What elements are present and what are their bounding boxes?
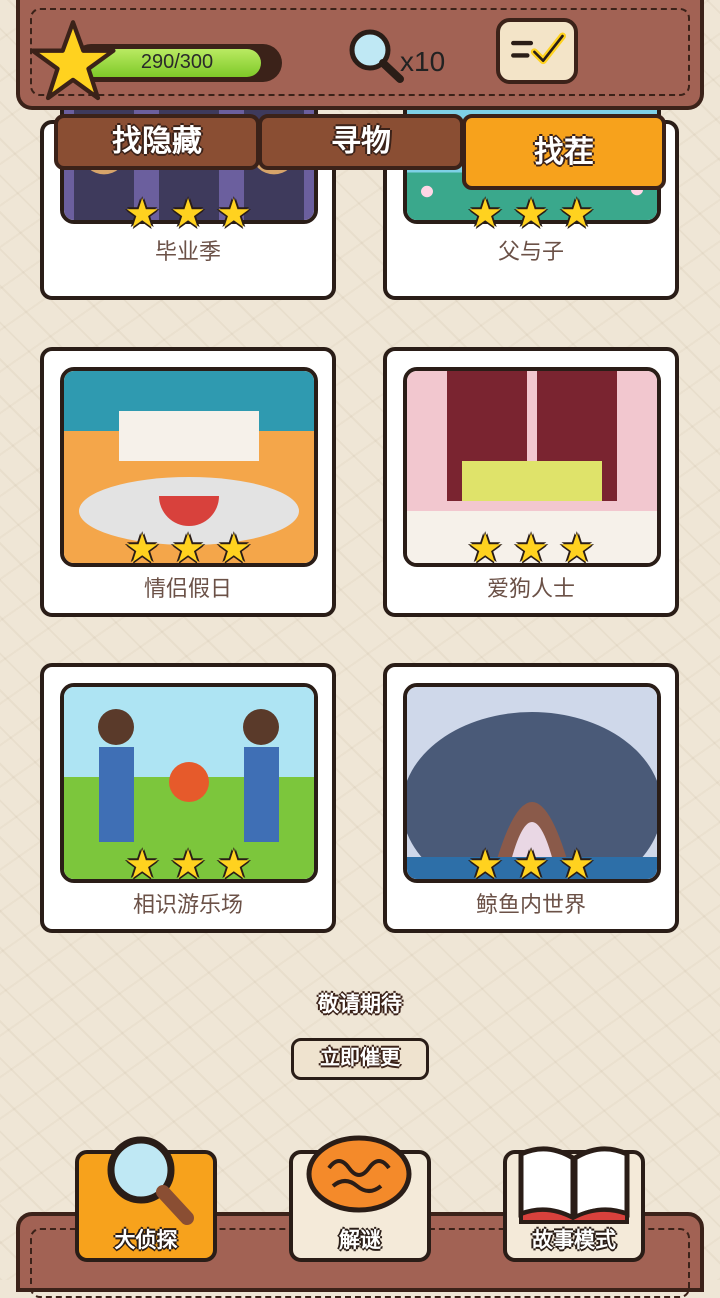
urge-update-button[interactable]: 立即催更 (291, 1038, 429, 1080)
star-rating: ★ ★ ★ (44, 529, 332, 569)
star-rating: ★ ★ ★ (44, 845, 332, 885)
level-title: 父与子 (497, 240, 564, 265)
brain-icon (306, 1135, 412, 1213)
tab-spot-difference[interactable]: 找茬 (462, 114, 666, 190)
star-icon: ★ (124, 526, 161, 572)
level-title: 爱狗人士 (486, 577, 575, 602)
star-icon: ★ (124, 191, 161, 237)
star-icon: ★ (215, 191, 252, 237)
star-icon: ★ (467, 191, 504, 237)
star-icon: ★ (170, 842, 206, 888)
nav-story-mode[interactable]: 故事模式 (503, 1146, 645, 1262)
task-list-button[interactable] (496, 18, 578, 84)
star-rating: ★ ★ ★ (44, 194, 332, 234)
star-rating: ★ ★ ★ (387, 529, 675, 569)
star-icon: ★ (558, 526, 595, 572)
level-card-couple-holiday[interactable]: ★ ★ ★ 情侣假日 (40, 347, 336, 617)
level-card-dog-lover[interactable]: ★ ★ ★ 爱狗人士 (383, 347, 679, 617)
nav-label: 解谜 (339, 1228, 381, 1252)
nav-detective[interactable]: 大侦探 (75, 1136, 217, 1262)
level-title: 相识游乐场 (132, 893, 243, 918)
magnifier-icon[interactable] (346, 26, 406, 84)
checklist-icon (511, 32, 566, 65)
star-icon: ★ (170, 526, 206, 572)
level-title: 鲸鱼内世界 (475, 893, 586, 918)
magnifier-icon (107, 1136, 194, 1225)
nav-label: 故事模式 (532, 1228, 616, 1252)
star-icon: ★ (467, 526, 504, 572)
book-icon (518, 1146, 630, 1224)
star-icon (30, 20, 116, 101)
coming-soon-text: 敬请期待 (318, 992, 402, 1016)
star-rating: ★ ★ ★ (387, 194, 675, 234)
nav-puzzle[interactable]: 解谜 (289, 1135, 431, 1262)
star-icon: ★ (558, 842, 595, 888)
star-icon: ★ (215, 842, 252, 888)
magnifier-count: x10 (400, 46, 446, 77)
level-card-whale-world[interactable]: ★ ★ ★ 鲸鱼内世界 (383, 663, 679, 933)
tab-find-objects[interactable]: 寻物 (258, 114, 464, 170)
level-card-amusement-park[interactable]: ★ ★ ★ 相识游乐场 (40, 663, 336, 933)
star-icon: ★ (513, 526, 549, 572)
star-icon: ★ (513, 191, 549, 237)
level-title: 毕业季 (154, 240, 221, 265)
tab-find-hidden[interactable]: 找隐藏 (54, 114, 260, 170)
star-icon: ★ (215, 526, 252, 572)
level-title: 情侣假日 (143, 577, 232, 602)
star-icon: ★ (170, 191, 206, 237)
star-icon: ★ (124, 842, 161, 888)
star-rating: ★ ★ ★ (387, 845, 675, 885)
nav-label: 大侦探 (114, 1228, 178, 1252)
star-icon: ★ (558, 191, 595, 237)
star-icon: ★ (513, 842, 549, 888)
star-icon: ★ (467, 842, 504, 888)
